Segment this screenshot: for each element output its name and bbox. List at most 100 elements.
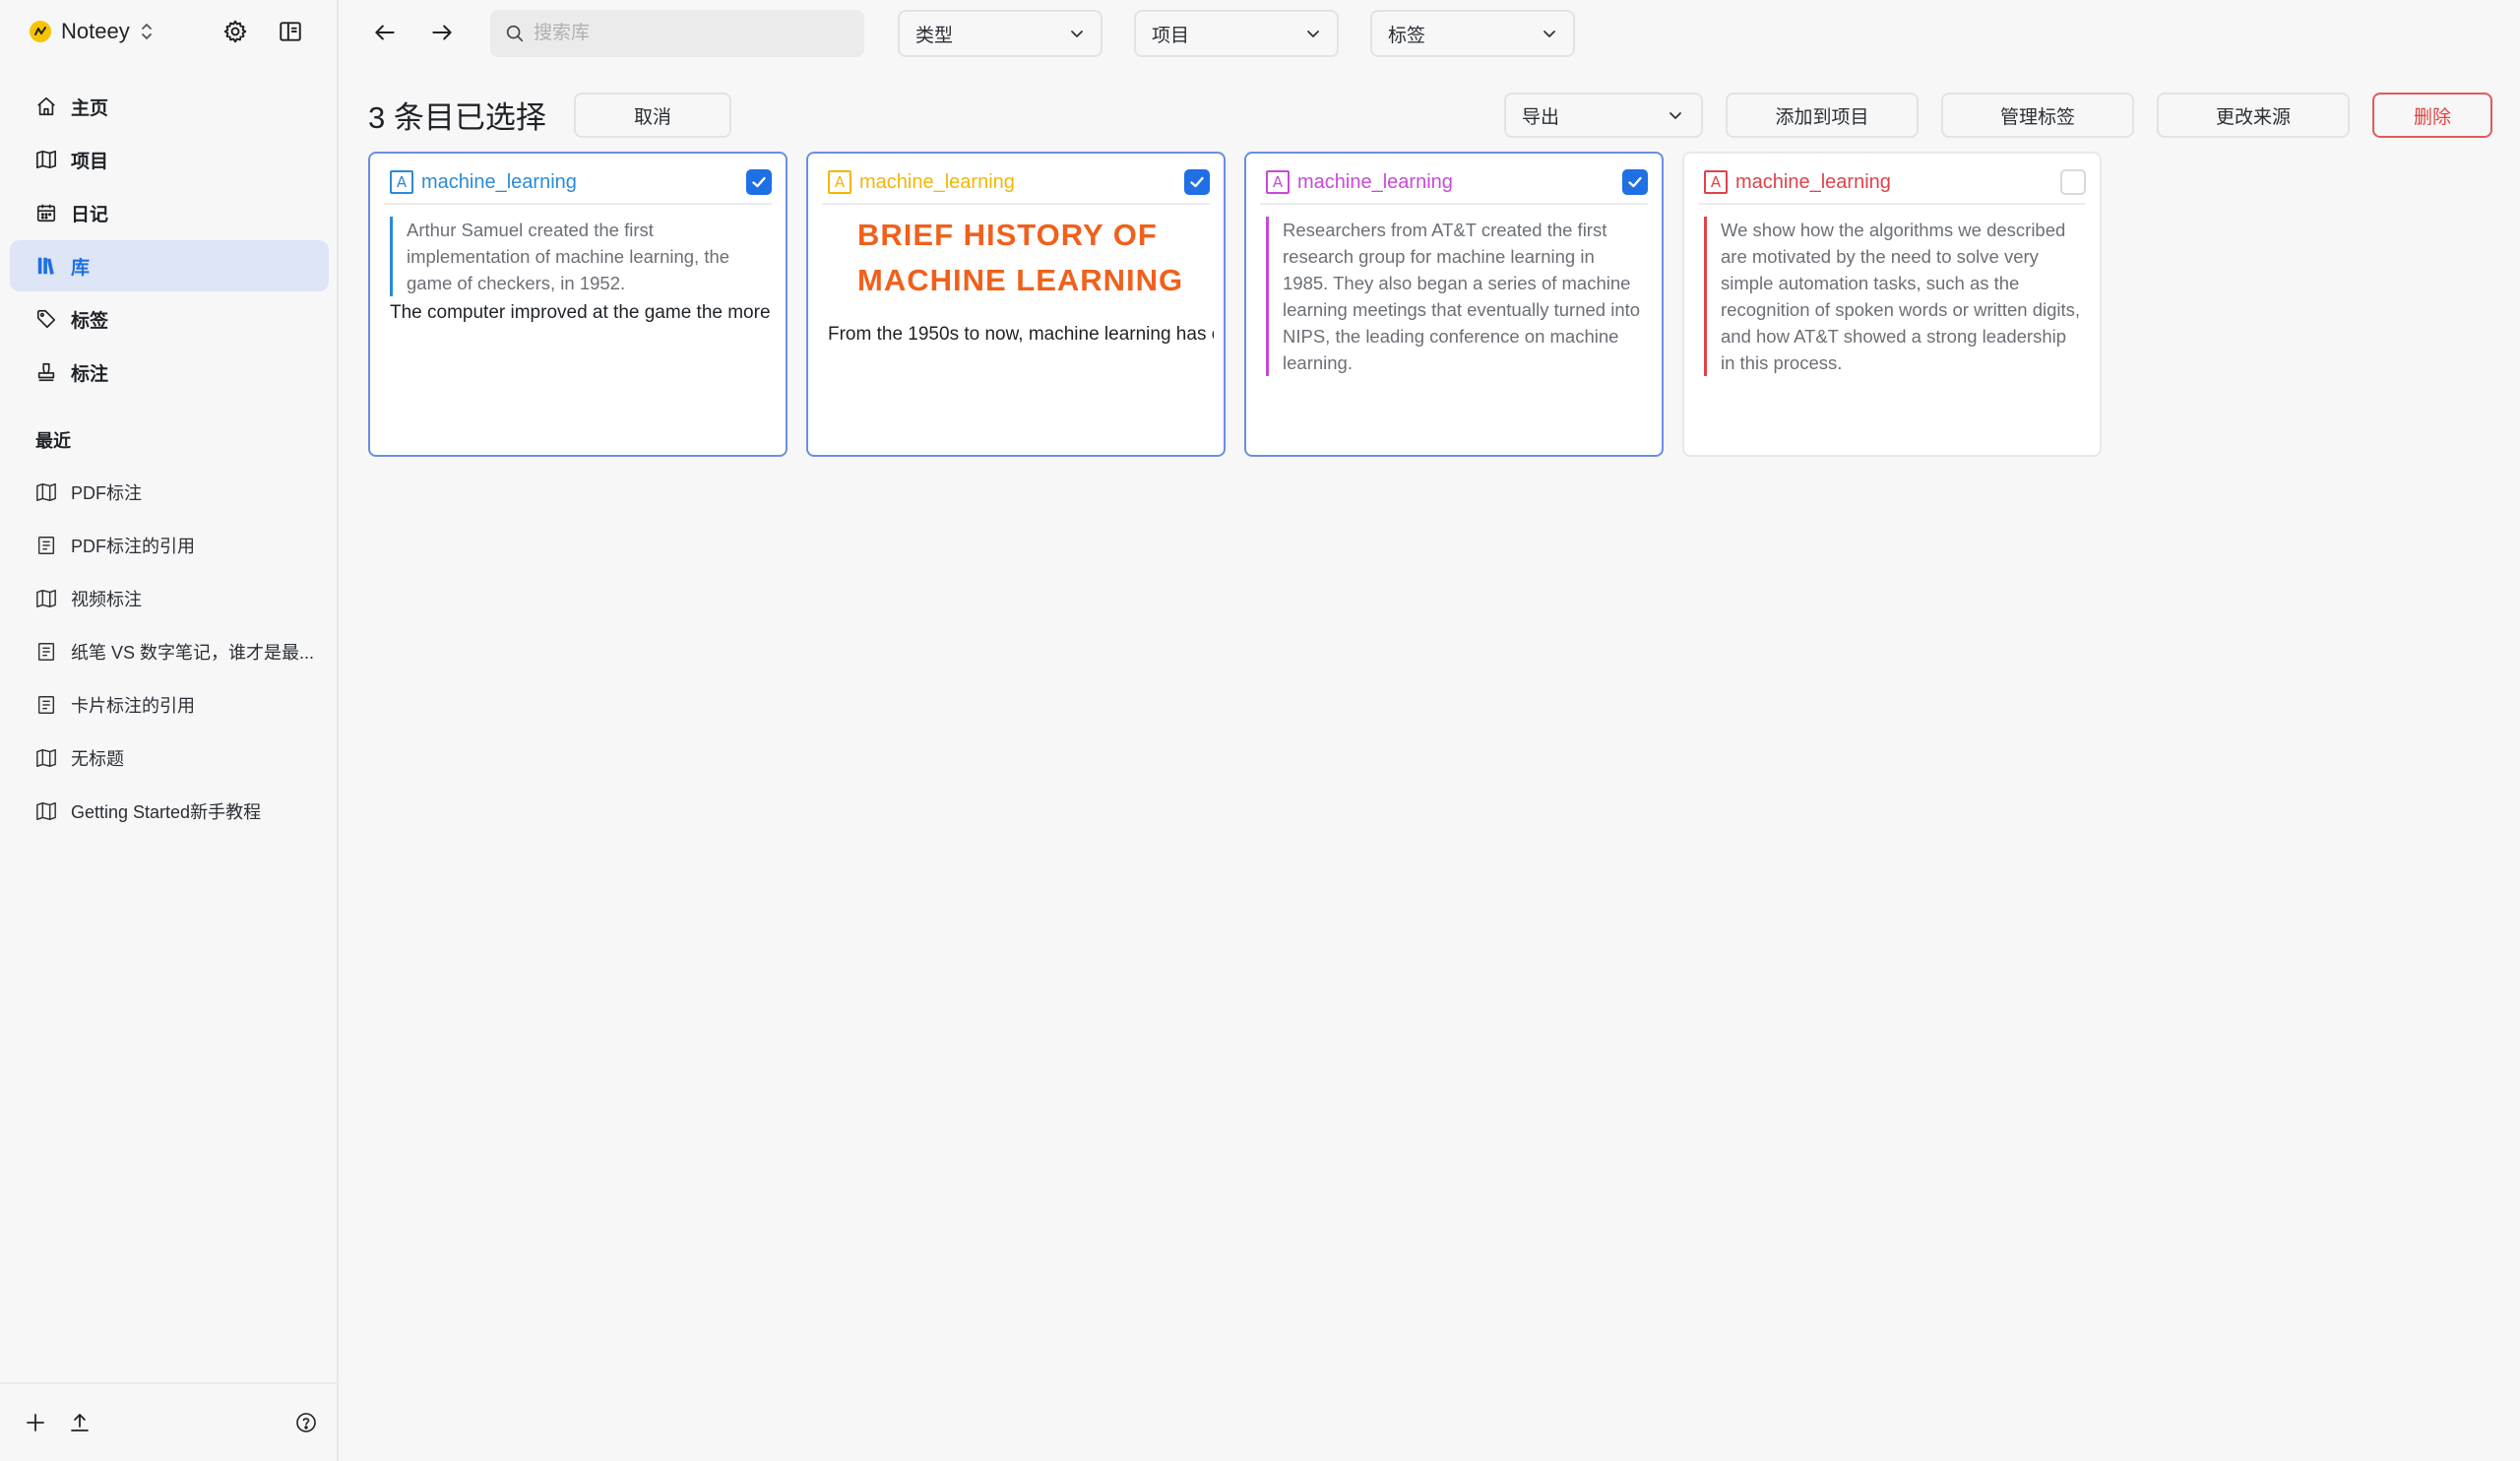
card-divider [822, 203, 1210, 205]
recent-item[interactable]: PDF标注 [10, 467, 329, 518]
manage-tags-button[interactable]: 管理标签 [1941, 93, 2134, 138]
settings-gear-icon[interactable] [220, 16, 251, 47]
card-divider [1260, 203, 1648, 205]
toggle-sidebar-icon[interactable] [275, 16, 306, 47]
selection-count-title: 3 条目已选择 [368, 100, 546, 135]
map-icon [36, 483, 56, 501]
checkmark-icon [752, 176, 766, 188]
recent-item[interactable]: Getting Started新手教程 [10, 786, 329, 837]
tag-filter-dropdown[interactable]: 标签 [1370, 10, 1575, 57]
recent-item-label: 无标题 [71, 749, 124, 769]
chevron-down-icon [1670, 112, 1681, 119]
recent-item[interactable]: 卡片标注的引用 [10, 679, 329, 730]
recent-item-label: 纸笔 VS 数字笔记，谁才是最... [71, 643, 315, 663]
nav-item-annotations[interactable]: 标注 [10, 347, 329, 398]
recent-item-label: PDF标注的引用 [71, 537, 195, 556]
add-to-project-button[interactable]: 添加到项目 [1726, 93, 1919, 138]
help-icon[interactable] [291, 1408, 321, 1437]
nav-item-journal[interactable]: 日记 [10, 187, 329, 238]
export-dropdown[interactable]: 导出 [1504, 93, 1703, 138]
chevron-updown-icon [140, 22, 154, 41]
workspace-switcher[interactable]: Noteey [30, 14, 154, 49]
chevron-down-icon [1071, 31, 1083, 37]
type-filter-dropdown[interactable]: 类型 [898, 10, 1102, 57]
card-checkbox[interactable] [1622, 169, 1648, 195]
document-icon [37, 696, 55, 714]
recent-item-label: 视频标注 [71, 590, 142, 609]
tag-filter-label: 标签 [1388, 25, 1426, 46]
recent-item[interactable]: 无标题 [10, 732, 329, 784]
nav-item-tags[interactable]: 标签 [10, 293, 329, 345]
library-search [490, 10, 864, 57]
main-nav: 主页 项目 日记 库 标签 标注 [10, 81, 329, 400]
card-tag: machine_learning [421, 170, 577, 193]
app-window: Noteey 主页 项目 日记 库 标签 标注 最近 PDF标注 PDF标注的引… [0, 0, 2520, 1461]
sidebar: Noteey 主页 项目 日记 库 标签 标注 最近 PDF标注 PDF标注的引… [0, 0, 339, 1461]
sidebar-footer [0, 1382, 337, 1461]
annotation-card[interactable]: A machine_learning BRIEF HISTORY OF MACH… [806, 152, 1226, 457]
nav-label: 标注 [71, 363, 109, 385]
card-tag: machine_learning [1297, 170, 1453, 193]
calendar-icon [36, 204, 56, 222]
annotation-card[interactable]: A machine_learning Researchers from AT&T… [1244, 152, 1664, 457]
checkmark-icon [1628, 176, 1642, 188]
nav-item-projects[interactable]: 项目 [10, 134, 329, 185]
recent-item[interactable]: PDF标注的引用 [10, 520, 329, 571]
card-divider [384, 203, 772, 205]
tag-icon [36, 309, 56, 329]
project-filter-dropdown[interactable]: 项目 [1134, 10, 1339, 57]
card-image-headline: BRIEF HISTORY OF MACHINE LEARNING [857, 218, 1184, 297]
nav-label: 标签 [71, 310, 109, 332]
change-source-button[interactable]: 更改来源 [2157, 93, 2350, 138]
upload-icon[interactable] [65, 1408, 94, 1437]
nav-label: 主页 [71, 97, 109, 119]
search-input[interactable] [534, 23, 849, 44]
annotation-type-icon: A [828, 170, 851, 194]
type-filter-label: 类型 [915, 25, 954, 46]
card-quote: We show how the algorithms we described … [1704, 217, 2082, 376]
card-divider [1698, 203, 2086, 205]
checkmark-icon [1190, 176, 1204, 188]
card-header: A machine_learning [1704, 165, 2086, 199]
stamp-icon [37, 362, 55, 382]
card-header: A machine_learning [390, 165, 772, 199]
recent-item-label: 卡片标注的引用 [71, 696, 195, 716]
card-checkbox[interactable] [2060, 169, 2086, 195]
cancel-selection-button[interactable]: 取消 [574, 93, 731, 138]
recent-item[interactable]: 纸笔 VS 数字笔记，谁才是最... [10, 626, 329, 677]
library-icon [37, 257, 54, 275]
card-body-text: The computer improved at the game the mo… [390, 302, 776, 323]
card-header: A machine_learning [828, 165, 1210, 199]
back-arrow-icon[interactable] [368, 16, 402, 49]
recent-item[interactable]: 视频标注 [10, 573, 329, 624]
add-icon[interactable] [21, 1408, 50, 1437]
annotation-type-icon: A [390, 170, 413, 194]
card-checkbox[interactable] [1184, 169, 1210, 195]
forward-arrow-icon[interactable] [425, 16, 459, 49]
delete-button[interactable]: 删除 [2372, 93, 2492, 138]
recent-list: PDF标注 PDF标注的引用 视频标注 纸笔 VS 数字笔记，谁才是最... 卡… [10, 467, 329, 839]
chevron-down-icon [1307, 31, 1319, 37]
nav-label: 项目 [71, 151, 109, 172]
nav-item-home[interactable]: 主页 [10, 81, 329, 132]
home-icon [37, 96, 55, 116]
document-icon [37, 537, 55, 554]
nav-item-library[interactable]: 库 [10, 240, 329, 291]
nav-label: 日记 [71, 204, 109, 225]
workspace-name: Noteey [61, 19, 130, 43]
recent-item-label: Getting Started新手教程 [71, 802, 262, 822]
search-icon [506, 25, 524, 42]
document-icon [37, 643, 55, 661]
card-checkbox[interactable] [746, 169, 772, 195]
card-quote: Researchers from AT&T created the first … [1266, 217, 1644, 376]
annotation-card[interactable]: A machine_learning Arthur Samuel created… [368, 152, 788, 457]
annotation-type-icon: A [1266, 170, 1290, 194]
card-header: A machine_learning [1266, 165, 1648, 199]
export-label: 导出 [1522, 106, 1560, 128]
card-tag: machine_learning [859, 170, 1015, 193]
annotation-card[interactable]: A machine_learning We show how the algor… [1682, 152, 2102, 457]
chevron-down-icon [1544, 31, 1555, 37]
map-icon [36, 749, 56, 767]
project-filter-label: 项目 [1152, 25, 1190, 46]
annotation-type-icon: A [1704, 170, 1728, 194]
